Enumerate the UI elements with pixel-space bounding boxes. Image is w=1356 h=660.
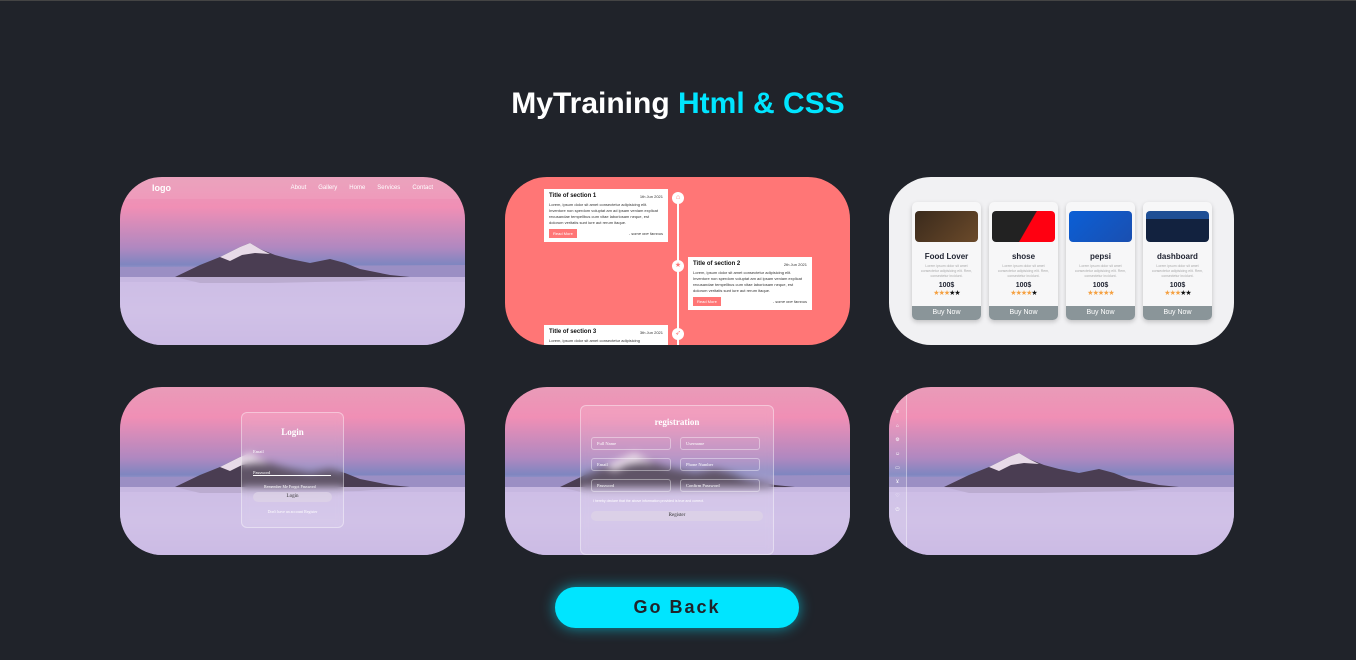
confirm-password-field: Confirm Password <box>680 479 760 492</box>
product-price: 100$ <box>938 282 955 289</box>
settings-icon: ⚙ <box>895 437 900 443</box>
cart-icon: ⊻ <box>895 479 900 485</box>
product-image <box>1069 211 1132 242</box>
rocket-icon: ➶ <box>672 328 684 340</box>
entry-title: Title of section 3 <box>549 329 597 335</box>
read-more-button: Read More <box>693 297 721 306</box>
phone-field: Phone Number <box>680 458 760 471</box>
email-field: Email <box>253 449 264 454</box>
product-desc: Lorem ipsum dolor sit amet consectetur a… <box>920 264 973 278</box>
password-field: Password <box>253 470 331 476</box>
entry-text: Lorem, ipsum dolor sit amet consectetur … <box>693 270 802 293</box>
mountain-image <box>120 177 465 345</box>
product-desc: Lorem ipsum dolor sit amet consectetur a… <box>997 264 1050 278</box>
entry-title: Title of section 1 <box>549 193 597 199</box>
entry-text: Lorem, ipsum dolor sit amet consectetur … <box>549 338 640 343</box>
rating: ★★★★★ <box>989 289 1058 297</box>
user-icon: ☺ <box>894 451 901 457</box>
login-button: Login <box>253 492 332 502</box>
product-price: 100$ <box>1092 282 1109 289</box>
entry-title: Title of section 2 <box>693 261 741 267</box>
timeline-entry: Title of section 3 3th Jun 2021 Lorem, ip… <box>544 325 668 345</box>
product-card: dashboard Lorem ipsum dolor sit amet con… <box>1143 202 1212 320</box>
buy-now-button: Buy Now <box>912 306 981 320</box>
project-card-login[interactable]: Login Email Password Remember Me Forgot … <box>120 387 465 555</box>
star-icon: ★ <box>954 290 960 297</box>
buy-now-button: Buy Now <box>989 306 1058 320</box>
home-icon: ⌂ <box>672 192 684 204</box>
project-card-sidebar[interactable]: ≡ ⌂ ⚙ ☺ ▭ ⊻ ♡ ⏻ <box>889 387 1234 555</box>
entry-date: 1th Jun 2021 <box>639 193 663 199</box>
star-icon: ★ <box>1108 290 1114 297</box>
product-name: Food Lover <box>924 252 969 261</box>
sidebar: ≡ ⌂ ⚙ ☺ ▭ ⊻ ♡ ⏻ <box>889 387 907 555</box>
remember-me-checkbox: Remember Me Forgot Password <box>264 484 316 489</box>
product-image <box>915 211 978 242</box>
title-accent: Html & CSS <box>678 87 845 120</box>
project-card-products[interactable]: Food Lover Lorem ipsum dolor sit amet co… <box>889 177 1234 345</box>
page-title: MyTraining Html & CSS <box>0 87 1356 121</box>
nav-link: Contact <box>412 185 433 191</box>
title-main: MyTraining <box>511 87 670 120</box>
entry-author: - some one famous <box>772 299 807 304</box>
login-form: Login Email Password Remember Me Forgot … <box>241 412 344 528</box>
product-name: shose <box>1011 252 1036 261</box>
entry-date: 2th Jun 2021 <box>783 261 807 267</box>
email-field: Email <box>591 458 671 471</box>
heart-icon: ♡ <box>895 493 900 499</box>
registration-form: registration Full Name Username Email Ph… <box>580 405 774 555</box>
product-price: 100$ <box>1169 282 1186 289</box>
buy-now-button: Buy Now <box>1066 306 1135 320</box>
product-name: pepsi <box>1090 252 1111 261</box>
logout-icon: ⏻ <box>895 507 900 513</box>
entry-date: 3th Jun 2021 <box>639 329 663 335</box>
landing-navbar: logo About Gallery Home Services Contact <box>120 177 465 199</box>
product-card: pepsi Lorem ipsum dolor sit amet consect… <box>1066 202 1135 320</box>
full-name-field: Full Name <box>591 437 671 450</box>
product-card: shose Lorem ipsum dolor sit amet consect… <box>989 202 1058 320</box>
rating: ★★★★★ <box>1143 289 1212 297</box>
nav-link: About <box>290 185 307 191</box>
product-desc: Lorem ipsum dolor sit amet consectetur a… <box>1074 264 1127 278</box>
product-desc: Lorem ipsum dolor sit amet consectetur a… <box>1151 264 1204 278</box>
nav-link: Home <box>349 185 366 191</box>
buy-now-button: Buy Now <box>1143 306 1212 320</box>
mountain-image <box>889 387 1234 555</box>
nav-link: Services <box>377 185 401 191</box>
rating: ★★★★★ <box>912 289 981 297</box>
menu-icon: ≡ <box>896 409 899 415</box>
declare-checkbox: I hereby declare that the above informat… <box>593 499 704 503</box>
timeline-entry: Title of section 2 2th Jun 2021 Lorem, ip… <box>688 257 812 310</box>
product-price: 100$ <box>1015 282 1032 289</box>
password-field: Password <box>591 479 671 492</box>
nav-link: Gallery <box>318 185 338 191</box>
folder-icon: ▭ <box>895 465 900 471</box>
star-icon: ★ <box>1031 290 1037 297</box>
home-icon: ⌂ <box>895 423 900 429</box>
register-link: Don't have an account Register <box>267 509 318 514</box>
product-name: dashboard <box>1157 252 1198 261</box>
project-card-timeline[interactable]: ⌂ ★ ➶ Title of section 1 1th Jun 2021 Lor… <box>505 177 850 345</box>
project-card-registration[interactable]: registration Full Name Username Email Ph… <box>505 387 850 555</box>
product-image <box>1146 211 1209 242</box>
entry-text: Lorem, ipsum dolor sit amet consectetur … <box>549 202 658 225</box>
product-image <box>992 211 1055 242</box>
read-more-button: Read More <box>549 229 577 238</box>
login-title: Login <box>281 427 304 437</box>
timeline-entry: Title of section 1 1th Jun 2021 Lorem, ip… <box>544 189 668 242</box>
star-icon: ★ <box>1185 290 1191 297</box>
username-field: Username <box>680 437 760 450</box>
go-back-button[interactable]: Go Back <box>555 587 799 628</box>
product-card: Food Lover Lorem ipsum dolor sit amet co… <box>912 202 981 320</box>
registration-title: registration <box>654 417 700 427</box>
star-icon: ★ <box>672 260 684 272</box>
project-card-landing[interactable]: logo About Gallery Home Services Contact <box>120 177 465 345</box>
landing-logo: logo <box>152 183 171 193</box>
entry-author: - some one famous <box>628 231 663 236</box>
register-button: Register <box>591 511 763 521</box>
rating: ★★★★★ <box>1066 289 1135 297</box>
